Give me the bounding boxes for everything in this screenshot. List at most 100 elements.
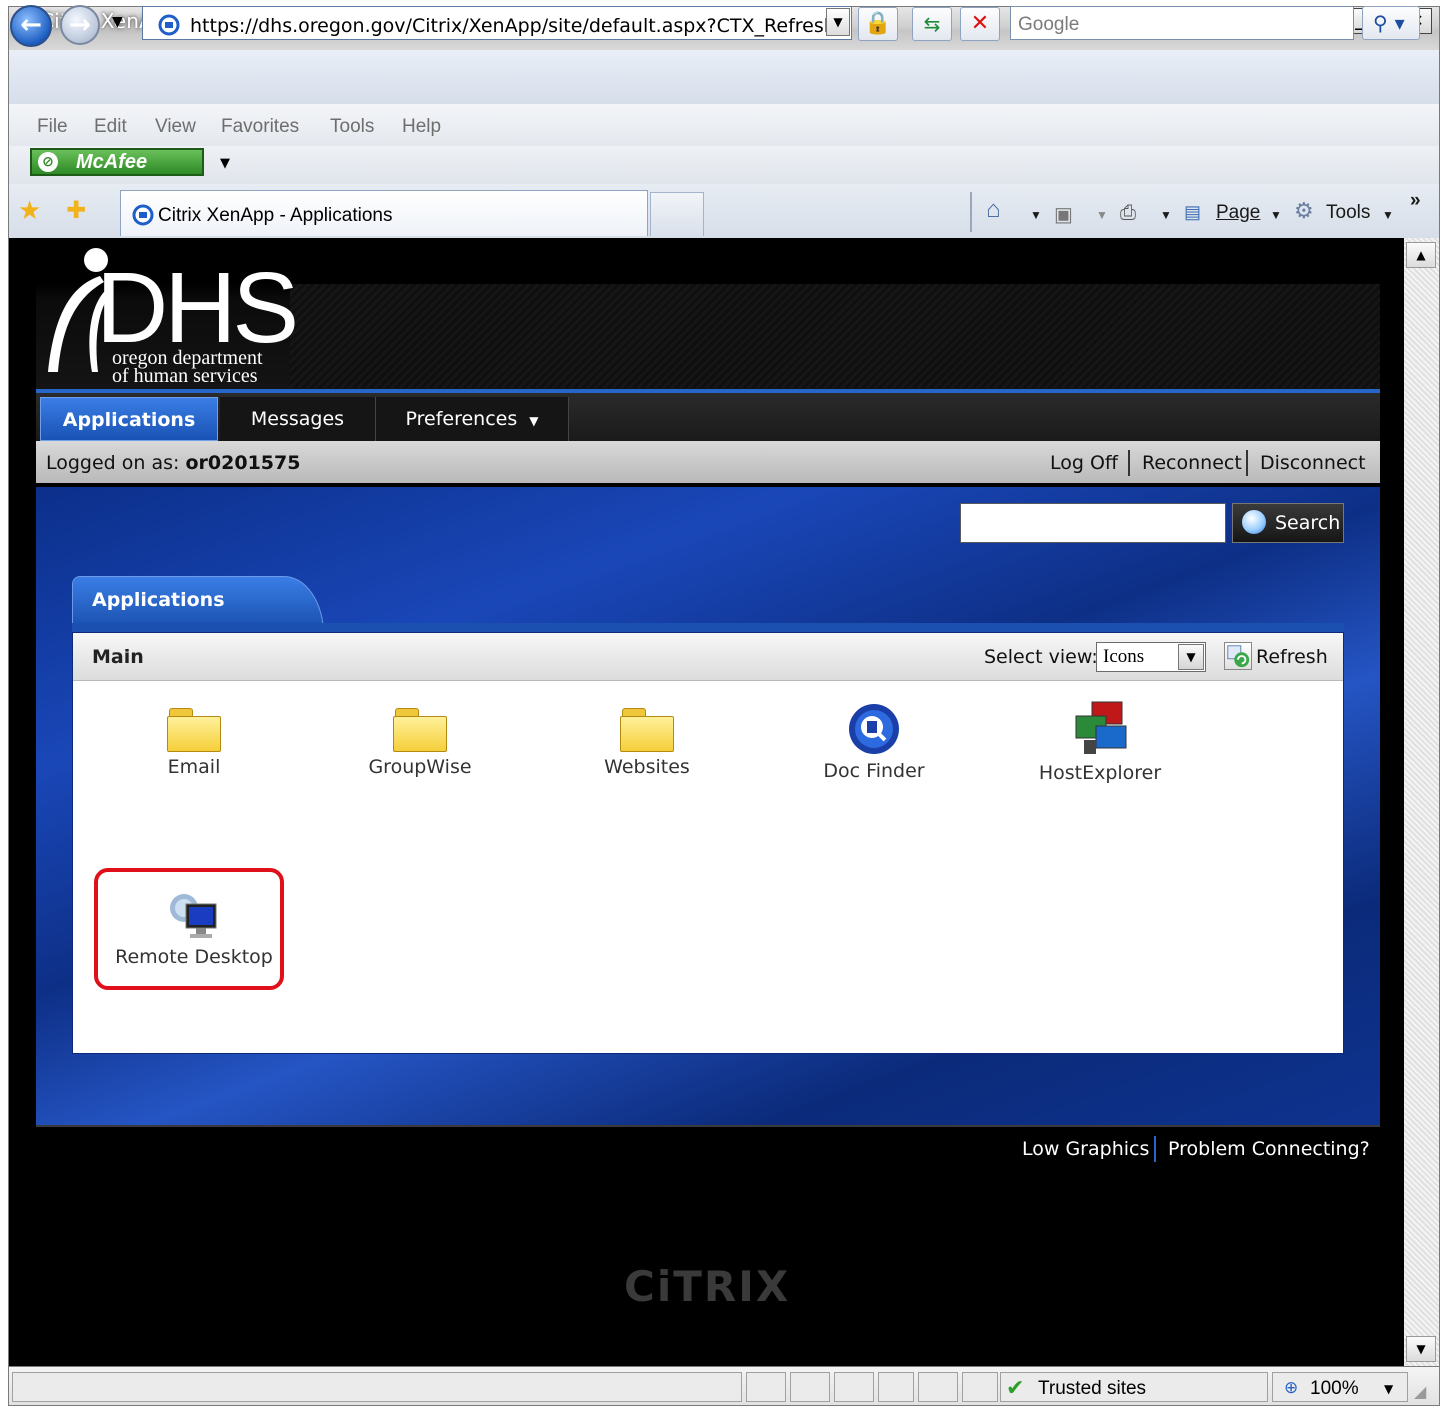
vertical-scrollbar[interactable] [1404,238,1440,1366]
gear-icon[interactable]: ⚙ [1294,198,1314,224]
refresh-icon[interactable]: ⇆ [912,7,952,41]
home-icon[interactable]: ⌂ [986,196,1001,224]
logged-on-user: or0201575 [185,452,301,474]
security-zone-label: Trusted sites [1038,1378,1147,1399]
folder-breadcrumb: Main [92,646,144,668]
applications-panel-tab-label: Applications [92,589,225,611]
dhs-logo-subtitle-2: of human services [112,365,258,387]
status-panel [878,1372,914,1402]
zoom-dropdown-icon[interactable]: ▼ [1384,1382,1393,1396]
header-texture [290,284,1380,388]
feeds-icon[interactable]: ▣ [1054,202,1073,227]
menu-favorites[interactable]: Favorites [221,116,299,138]
forward-button[interactable]: → [60,5,100,45]
host-explorer-icon [1075,701,1127,754]
page-menu-icon[interactable]: ▤ [1184,202,1201,223]
link-separator [1246,450,1248,476]
search-icon [1242,510,1266,534]
scroll-down-button[interactable]: ▼ [1406,1336,1436,1362]
tab-page-icon [132,204,154,226]
add-favorite-icon[interactable]: ✚ [66,196,86,224]
address-text[interactable]: https://dhs.oregon.gov/Citrix/XenApp/sit… [190,15,830,37]
back-button[interactable]: ← [10,5,52,47]
low-graphics-link[interactable]: Low Graphics [1022,1138,1149,1160]
view-select-value: Icons [1103,646,1145,667]
menu-help[interactable]: Help [402,116,441,138]
resize-grip-icon[interactable]: ◢ [1414,1382,1426,1401]
menu-file[interactable]: File [37,116,68,138]
tab-preferences-label: Preferences [405,408,518,430]
page-dropdown-icon[interactable]: ▼ [1270,208,1282,222]
app-hostexplorer[interactable]: HostExplorer [1000,700,1200,784]
logged-on-label: Logged on as: or0201575 [46,452,300,474]
app-groupwise[interactable]: GroupWise [320,708,520,778]
tab-title: Citrix XenApp - Applications [158,205,393,226]
menu-edit[interactable]: Edit [94,116,127,138]
print-icon[interactable]: ⎙ [1120,202,1136,225]
annotation-highlight-box [94,868,284,990]
menu-view[interactable]: View [155,116,196,138]
app-websites[interactable]: Websites [547,708,747,778]
stop-icon[interactable]: ✕ [960,7,1000,41]
status-panel [962,1372,998,1402]
status-panel [746,1372,786,1402]
app-label: GroupWise [368,756,472,778]
menu-tools[interactable]: Tools [330,116,374,138]
toolbar-divider [970,192,972,232]
status-text-panel [12,1372,742,1402]
new-tab-button[interactable] [650,192,704,236]
tools-menu[interactable]: Tools [1326,202,1370,224]
folder-icon [167,708,221,752]
recent-pages-chevron-icon[interactable]: ▼ [112,14,123,30]
browser-search-placeholder: Google [1018,14,1080,35]
status-panel [790,1372,830,1402]
select-view-label: Select view: [984,646,1098,668]
app-label: Email [167,756,221,778]
doc-finder-icon [849,704,899,754]
chevron-down-icon: ▼ [529,414,539,428]
mcafee-dropdown-icon[interactable]: ▼ [220,156,230,171]
feeds-dropdown-icon[interactable]: ▼ [1096,208,1108,222]
print-dropdown-icon[interactable]: ▼ [1160,208,1172,222]
mcafee-check-icon: ⊘ [38,152,58,172]
tools-dropdown-icon[interactable]: ▼ [1382,208,1394,222]
reconnect-link[interactable]: Reconnect [1142,452,1242,474]
app-label: Doc Finder [823,760,925,782]
zoom-level: 100% [1310,1378,1359,1399]
refresh-apps-icon[interactable] [1224,642,1252,670]
disconnect-link[interactable]: Disconnect [1260,452,1366,474]
app-doc-finder[interactable]: Doc Finder [774,702,974,782]
footer-separator [1154,1136,1156,1162]
browser-search-button[interactable]: ⚲ ▾ [1362,6,1420,40]
app-label: HostExplorer [1038,762,1162,784]
page-icon [158,14,180,36]
chevron-more-icon[interactable]: » [1410,190,1421,212]
zoom-icon: ⊕ [1284,1378,1299,1398]
logged-on-prefix: Logged on as: [46,452,180,474]
status-panel [918,1372,958,1402]
check-icon: ✔ [1006,1376,1025,1401]
status-panel [834,1372,874,1402]
app-search-input[interactable] [960,503,1226,543]
app-email[interactable]: Email [94,708,294,778]
dhs-logo-text: DHS [96,252,299,364]
citrix-logo: CiTRIX [624,1262,791,1311]
log-off-link[interactable]: Log Off [1050,452,1118,474]
tab-preferences[interactable]: Preferences ▼ [376,397,569,441]
app-label: Websites [604,756,690,778]
problem-connecting-link[interactable]: Problem Connecting? [1168,1138,1370,1160]
lock-icon[interactable]: 🔒 [858,7,898,41]
page-menu[interactable]: Page [1216,202,1260,224]
refresh-button[interactable]: Refresh [1256,646,1328,668]
applications-panel [72,632,1344,1054]
tab-applications[interactable]: Applications [40,397,218,441]
tab-messages[interactable]: Messages [220,397,376,441]
scroll-up-button[interactable]: ▲ [1406,242,1436,268]
view-select-dropdown-icon[interactable]: ▼ [1178,644,1204,670]
site-footer [36,1125,1380,1366]
link-separator [1128,450,1130,476]
favorites-star-icon[interactable]: ★ [18,196,41,226]
address-dropdown-icon[interactable]: ▼ [826,8,850,36]
home-dropdown-icon[interactable]: ▼ [1030,208,1042,222]
folder-icon [393,708,447,752]
